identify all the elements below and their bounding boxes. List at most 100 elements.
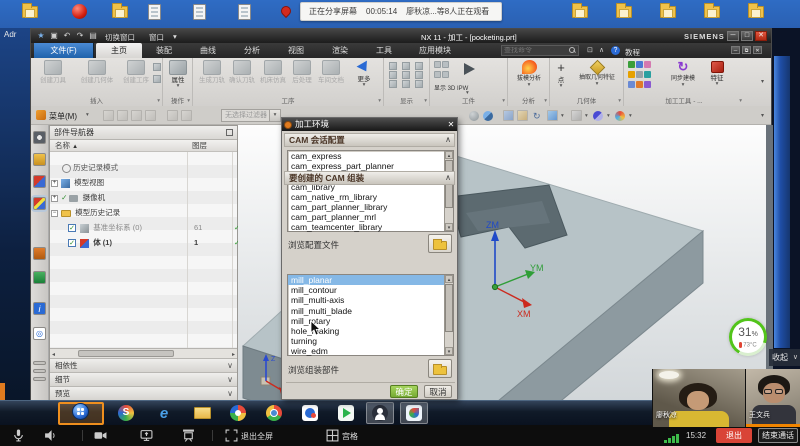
doc-minimize-button[interactable]: ─ [731, 46, 740, 54]
machine-sim-button[interactable]: 机床仿真 [256, 60, 290, 84]
insert-extra-icon[interactable] [153, 75, 161, 83]
scroll-up-icon[interactable]: ▴ [445, 275, 453, 283]
tab-home[interactable]: 主页 [96, 43, 142, 58]
search-icon[interactable] [569, 47, 576, 54]
list-item[interactable]: mill_contour [288, 285, 453, 295]
doc-restore-button[interactable]: ⧉ [742, 46, 751, 54]
section-dependencies[interactable]: 相依性∨ [50, 358, 237, 372]
navigator-column-header[interactable]: 名称 ▲ 图层 [50, 140, 237, 152]
generate-toolpath-button[interactable]: 生成刀轨 [196, 60, 228, 84]
constraint-navigator-icon[interactable] [33, 175, 46, 188]
tab-file[interactable]: 文件(F) [34, 43, 94, 58]
tab-assembly[interactable]: 装配 [142, 43, 186, 58]
list-item[interactable]: mill_multi_blade [288, 306, 453, 316]
maximize-button[interactable]: □ [741, 31, 753, 41]
feature-button[interactable]: 特征 ▾ [704, 60, 730, 87]
display-icon-column[interactable] [388, 61, 398, 89]
print-icon[interactable]: ▤ [88, 31, 98, 41]
taskbar-icon-file-explorer[interactable] [188, 402, 216, 424]
desktop-document-icon[interactable] [193, 4, 206, 20]
taskbar-icon-internet-explorer[interactable]: e [150, 402, 178, 424]
taskbar-icon-browser-2[interactable] [400, 402, 428, 424]
display-icon-column[interactable] [401, 61, 411, 89]
desktop-document-icon[interactable] [148, 4, 161, 20]
browse-setup-button[interactable] [428, 359, 452, 378]
snap-point-icon[interactable] [131, 110, 142, 121]
ok-button[interactable]: 确定 [390, 385, 418, 398]
snap-point-icon[interactable] [145, 110, 156, 121]
list-item[interactable]: cam_part_planner_mrl [288, 212, 453, 222]
notes-icon[interactable]: ◎ [33, 327, 46, 340]
desktop-folder-icon[interactable] [748, 6, 764, 18]
webcam-feed-participant-2[interactable]: 王文兵 [745, 369, 800, 427]
taskbar-icon-360-browser[interactable] [224, 402, 252, 424]
window-view-icon[interactable] [503, 110, 514, 121]
redo-icon[interactable]: ↷ [75, 31, 85, 41]
verify-toolpath-button[interactable]: 确认刀轨 [226, 60, 258, 84]
doc-close-button[interactable]: ✕ [753, 46, 762, 54]
part-navigator-icon[interactable] [33, 197, 46, 210]
speaker-icon[interactable] [44, 429, 57, 442]
scene-view-icon[interactable] [517, 110, 528, 121]
snap-point-icon[interactable] [181, 110, 192, 121]
end-call-button[interactable]: 结束通话 [758, 428, 798, 443]
desktop-folder-icon[interactable] [704, 6, 720, 18]
ribbon-overflow-caret[interactable]: ▾ [761, 78, 764, 85]
undo-icon[interactable]: ↶ [62, 31, 72, 41]
checkbox-checked[interactable]: ✓ [68, 239, 76, 247]
desktop-app-icon[interactable] [72, 4, 87, 19]
refresh-view-icon[interactable]: ↻ [533, 111, 541, 121]
menu-button[interactable]: 菜单(M) [49, 111, 77, 122]
effects-icon[interactable] [615, 111, 625, 121]
vertical-scrollbar[interactable]: ▴ ▾ [444, 275, 453, 355]
share-screen-icon[interactable] [140, 429, 153, 442]
minimize-button[interactable]: ─ [727, 31, 739, 41]
create-geometry-button[interactable]: 创建几何体 [75, 60, 119, 84]
palette-splitter[interactable] [33, 377, 46, 381]
taskbar-icon-video-app[interactable] [332, 402, 360, 424]
grid-view-icon[interactable] [326, 429, 339, 442]
snap-point-icon[interactable] [167, 110, 178, 121]
horizontal-scrollbar[interactable]: ◂ ▸ [50, 348, 237, 358]
tree-row-history-mode[interactable]: 历史记录模式 [50, 160, 237, 175]
camera-icon[interactable] [94, 429, 107, 442]
scroll-left-icon[interactable]: ◂ [52, 351, 55, 358]
expand-icon[interactable]: + [51, 195, 58, 202]
assembly-navigator-icon[interactable] [33, 153, 46, 166]
list-item[interactable]: mill_multi-axis [288, 295, 453, 305]
snap-point-icon[interactable] [103, 110, 114, 121]
list-item[interactable]: cam_part_planner_library [288, 202, 453, 212]
show-3d-ipw-button[interactable]: 显示 3D IPW [434, 86, 504, 93]
internet-explorer-icon[interactable]: i [33, 302, 46, 315]
cam-setup-header[interactable]: 要创建的 CAM 组装∧ [284, 171, 455, 185]
expand-icon[interactable]: + [51, 180, 58, 187]
create-operation-button[interactable]: 创建工序 [119, 60, 153, 84]
collapse-panel-button[interactable]: 收起 ∨∨ [769, 349, 800, 366]
cam-config-listbox[interactable]: cam_express cam_express_part_planner cam… [287, 150, 454, 232]
create-tool-button[interactable]: 创建刀具 [33, 60, 73, 84]
orient-view-icon[interactable] [571, 110, 582, 121]
post-process-button[interactable]: 后处理 [288, 60, 316, 84]
tab-analysis[interactable]: 分析 [230, 43, 274, 58]
snap-point-icon[interactable] [117, 110, 128, 121]
section-preview[interactable]: 预览∨ [50, 386, 237, 400]
tab-render[interactable]: 渲染 [318, 43, 362, 58]
save-icon[interactable]: ▣ [49, 31, 59, 41]
tree-row-cameras[interactable]: + ✓ 摄像机 [50, 190, 237, 205]
projector-screen-icon[interactable] [182, 429, 195, 442]
list-item[interactable]: cam_teamcenter_library [288, 222, 453, 232]
command-search[interactable] [501, 45, 579, 56]
list-item[interactable]: cam_express_part_planner [288, 161, 453, 171]
taskbar-icon-meeting-app[interactable] [296, 402, 324, 424]
tab-app-modules[interactable]: 应用模块 [406, 43, 464, 58]
taskbar-icon-chrome[interactable] [260, 402, 288, 424]
desktop-folder-icon[interactable] [572, 6, 588, 18]
render-style-icon[interactable] [483, 111, 493, 121]
shop-docs-button[interactable]: 车间文档 [314, 60, 348, 84]
vertical-scrollbar[interactable]: ▴ ▾ [444, 151, 453, 231]
tab-tools[interactable]: 工具 [362, 43, 406, 58]
undock-icon[interactable] [226, 129, 233, 136]
exit-button[interactable]: 退出 [716, 428, 752, 443]
shaded-view-icon[interactable] [469, 111, 479, 121]
desktop-folder-icon[interactable] [112, 6, 128, 18]
